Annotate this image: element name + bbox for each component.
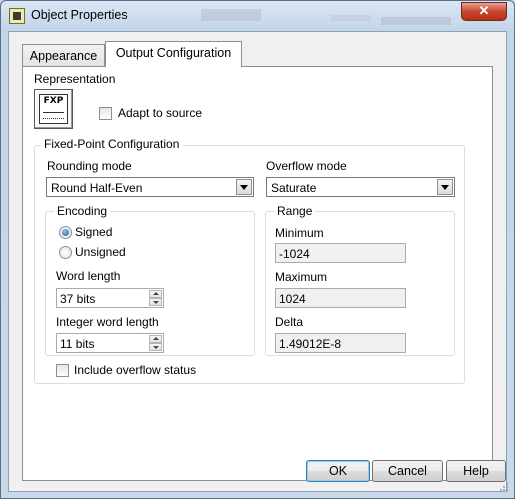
close-button[interactable]: ✕: [461, 2, 507, 21]
cancel-button[interactable]: Cancel: [372, 460, 443, 482]
signed-label[interactable]: Signed: [75, 225, 112, 239]
maximum-field: 1024: [275, 288, 406, 308]
chevron-down-icon[interactable]: [236, 179, 252, 195]
range-legend: Range: [274, 204, 316, 218]
resize-grip-icon[interactable]: [499, 482, 509, 492]
dialog-window: Object Properties ✕ Appearance Output Co…: [0, 0, 515, 499]
rounding-mode-select[interactable]: Round Half-Even: [46, 177, 254, 197]
window-title: Object Properties: [31, 8, 128, 22]
delta-label: Delta: [275, 315, 304, 329]
tab-output-configuration[interactable]: Output Configuration: [105, 41, 242, 67]
adapt-to-source-checkbox[interactable]: [99, 107, 112, 120]
close-icon: ✕: [478, 3, 490, 18]
labview-vi-icon: [9, 8, 25, 24]
representation-label: Representation: [34, 72, 116, 86]
tab-appearance[interactable]: Appearance: [22, 44, 105, 66]
decrement-arrow-icon[interactable]: [149, 298, 162, 306]
increment-arrow-icon[interactable]: [149, 290, 162, 298]
word-length-label: Word length: [56, 269, 121, 283]
maximum-value: 1024: [279, 292, 306, 306]
unsigned-label[interactable]: Unsigned: [75, 245, 126, 259]
unsigned-radio[interactable]: [59, 246, 72, 259]
integer-word-length-label: Integer word length: [56, 315, 159, 329]
overflow-mode-select[interactable]: Saturate: [266, 177, 455, 197]
include-overflow-status-checkbox[interactable]: [56, 364, 69, 377]
adapt-to-source-label[interactable]: Adapt to source: [118, 106, 202, 120]
word-length-stepper[interactable]: 37 bits: [56, 288, 164, 308]
delta-field: 1.49012E-8: [275, 333, 406, 353]
integer-word-length-value[interactable]: 11 bits: [60, 337, 94, 351]
encoding-legend: Encoding: [54, 204, 111, 218]
decrement-arrow-icon[interactable]: [149, 343, 162, 351]
fxp-icon-text: FXP: [43, 96, 64, 106]
fxp-icon: FXP: [39, 94, 68, 124]
help-button[interactable]: Help: [446, 460, 506, 482]
minimum-field: -1024: [275, 243, 406, 263]
integer-word-length-stepper[interactable]: 11 bits: [56, 333, 164, 353]
rounding-mode-label: Rounding mode: [47, 159, 132, 173]
delta-value: 1.49012E-8: [279, 337, 342, 351]
ok-button[interactable]: OK: [306, 460, 370, 482]
chevron-down-icon[interactable]: [437, 179, 453, 195]
word-length-value[interactable]: 37 bits: [60, 292, 95, 306]
include-overflow-status-label[interactable]: Include overflow status: [74, 363, 196, 377]
increment-arrow-icon[interactable]: [149, 335, 162, 343]
minimum-label: Minimum: [275, 226, 324, 240]
representation-button[interactable]: FXP: [34, 89, 73, 129]
fixed-point-legend: Fixed-Point Configuration: [41, 137, 183, 151]
rounding-mode-value: Round Half-Even: [51, 181, 143, 195]
minimum-value: -1024: [279, 247, 310, 261]
title-bar[interactable]: Object Properties ✕: [1, 1, 514, 31]
signed-radio[interactable]: [59, 226, 72, 239]
dialog-client-area: Appearance Output Configuration Represen…: [8, 31, 509, 492]
overflow-mode-value: Saturate: [271, 181, 317, 195]
overflow-mode-label: Overflow mode: [266, 159, 347, 173]
maximum-label: Maximum: [275, 270, 328, 284]
